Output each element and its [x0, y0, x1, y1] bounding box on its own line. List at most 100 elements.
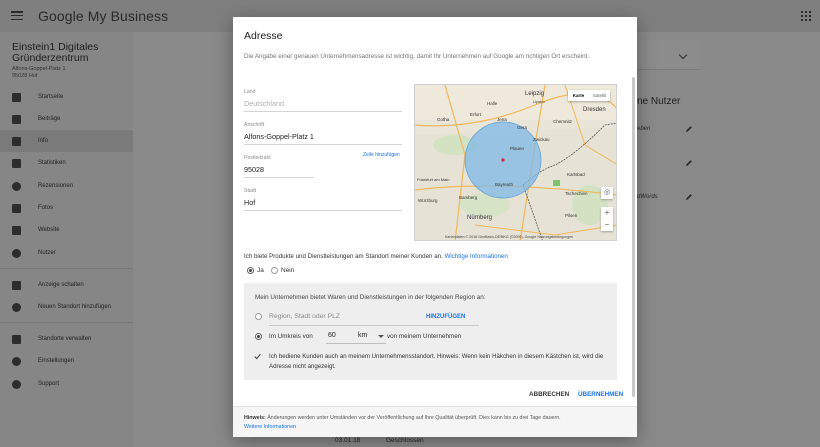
- sidebar-item-label: Startseite: [38, 94, 64, 100]
- sidebar-divider: [0, 322, 133, 323]
- location-map[interactable]: Leipzig Halle Erfurt Jena Chemnitz Dresd…: [414, 84, 617, 241]
- hamburger-menu-icon[interactable]: [11, 11, 23, 21]
- dialog-description: Die Angabe einer genauen Unternehmensadr…: [244, 53, 590, 60]
- add-line-link[interactable]: Zeile hinzufügen: [363, 152, 400, 158]
- apps-grid-icon[interactable]: [801, 11, 811, 21]
- region-radio[interactable]: [255, 313, 262, 320]
- sidebar-item-info[interactable]: Info: [0, 130, 133, 152]
- business-address: Alfons-Goppel-Platz 1 95028 Hof: [12, 66, 66, 79]
- map-city-label: Frankfurt am Main: [417, 177, 449, 182]
- map-tab-satellit[interactable]: Satellit: [589, 90, 610, 101]
- yes-radio[interactable]: [247, 267, 254, 274]
- sidebar-item-label: Rezensionen: [38, 183, 74, 189]
- zoom-in-button[interactable]: +: [601, 207, 613, 219]
- map-city-label: Karlsbad: [567, 172, 585, 177]
- sidebar-item-label: Standorte verwalten: [38, 336, 92, 342]
- street-field[interactable]: Alfons-Goppel-Platz 1: [244, 132, 314, 141]
- important-info-link[interactable]: Wichtige Informationen: [445, 253, 508, 260]
- region-input[interactable]: Region, Stadt oder PLZ: [269, 313, 340, 320]
- pencil-icon[interactable]: [685, 125, 693, 133]
- cancel-button[interactable]: ABBRECHEN: [529, 391, 569, 398]
- checkbox-checked-icon[interactable]: [254, 353, 261, 360]
- sidebar-item-website[interactable]: Website: [0, 219, 133, 241]
- photos-icon: [12, 203, 21, 213]
- no-radio[interactable]: [271, 267, 278, 274]
- hint-label: Hinweis:: [244, 415, 266, 421]
- serve-at-location-label: Ich bediene Kunden auch an meinem Untern…: [269, 353, 604, 370]
- map-city-label: Zwickau: [533, 137, 550, 142]
- dialog-footer: Hinweis: Änderungen werden unter Umständ…: [233, 406, 637, 437]
- hint-text: Hinweis: Änderungen werden unter Umständ…: [244, 415, 561, 421]
- radius-radio[interactable]: [255, 333, 262, 340]
- street-label: Anschrift: [244, 122, 265, 128]
- brand-product: My Business: [87, 8, 169, 24]
- sidebar-item-anzeige-schalten[interactable]: Anzeige schalten: [0, 274, 133, 296]
- postal-label: Postleitzahl: [244, 155, 271, 161]
- sidebar-item-label: Einstellungen: [38, 358, 75, 364]
- map-city-label: Jena: [497, 117, 507, 122]
- map-city-label: Gotha: [437, 117, 450, 122]
- my-location-icon[interactable]: ◎: [601, 187, 613, 199]
- sidebar: Einstein1 Digitales Gründerzentrum Alfon…: [0, 32, 133, 447]
- hint-body: Änderungen werden unter Umständen vor de…: [267, 415, 561, 421]
- address-dialog: Adresse Die Angabe einer genauen Unterne…: [233, 17, 637, 437]
- map-tab-karte[interactable]: Karte: [568, 90, 589, 101]
- sidebar-item-rezensionen[interactable]: Rezensionen: [0, 175, 133, 197]
- service-region-panel: Mein Unternehmen bietet Waren und Dienst…: [244, 283, 617, 380]
- map-city-label: Lipsko: [533, 99, 545, 104]
- background-row-date: 03.01.18: [335, 437, 361, 444]
- sidebar-item-support[interactable]: Support: [0, 373, 133, 395]
- sidebar-item-nutzer[interactable]: Nutzer: [0, 242, 133, 264]
- sidebar-item-fotos[interactable]: Fotos: [0, 197, 133, 219]
- region-input-underline: [269, 325, 479, 326]
- website-icon: [12, 225, 21, 235]
- service-area-question: Ich biete Produkte und Dienstleistungen …: [244, 253, 508, 260]
- sidebar-item-standorte-verwalten[interactable]: Standorte verwalten: [0, 328, 133, 350]
- business-name: Einstein1 Digitales Gründerzentrum: [12, 41, 99, 64]
- more-info-link[interactable]: Weitere Informationen: [244, 424, 296, 430]
- help-icon: [12, 379, 21, 389]
- sidebar-item-label: Statistiken: [38, 160, 66, 166]
- ads-icon: [12, 280, 21, 290]
- map-city-label: Halle: [487, 101, 498, 106]
- posts-icon: [12, 114, 21, 124]
- pencil-icon[interactable]: [685, 159, 693, 167]
- radius-suffix: von meinem Unternehmen: [387, 333, 462, 340]
- sidebar-item-startseite[interactable]: Startseite: [0, 86, 133, 108]
- map-city-label: Tschechien: [565, 191, 588, 196]
- pencil-icon[interactable]: [685, 193, 693, 201]
- sidebar-item-neuer-standort[interactable]: Neuen Standort hinzufügen: [0, 296, 133, 318]
- sidebar-item-einstellungen[interactable]: Einstellungen: [0, 350, 133, 372]
- sidebar-item-statistiken[interactable]: Statistiken: [0, 152, 133, 174]
- apply-button[interactable]: ÜBERNEHMEN: [578, 391, 623, 398]
- country-underline: [244, 111, 402, 112]
- zoom-out-button[interactable]: −: [601, 219, 613, 231]
- business-address-line2: 95028 Hof: [12, 72, 38, 79]
- sidebar-item-label: Website: [38, 227, 60, 233]
- dropdown-caret-icon[interactable]: [378, 335, 384, 338]
- add-region-button[interactable]: HINZUFÜGEN: [426, 314, 465, 320]
- map-city-label: Bayreuth: [495, 182, 514, 187]
- radius-input[interactable]: 60: [328, 332, 336, 339]
- postal-underline: [244, 177, 314, 178]
- background-item: dWords: [637, 194, 658, 200]
- dialog-scrollbar[interactable]: [632, 77, 635, 397]
- business-address-line1: Alfons-Goppel-Platz 1: [12, 66, 66, 72]
- radius-prefix: Im Umkreis von: [269, 333, 313, 340]
- manage-locations-icon: [12, 334, 21, 344]
- map-city-label: Dresden: [583, 107, 606, 113]
- radius-unit-select[interactable]: km: [358, 332, 367, 339]
- yes-label: Ja: [257, 267, 264, 274]
- map-city-label: Würzburg: [418, 198, 438, 203]
- city-underline: [244, 210, 402, 211]
- postal-field[interactable]: 95028: [244, 165, 264, 174]
- sidebar-item-beitraege[interactable]: Beiträge: [0, 108, 133, 130]
- city-field[interactable]: Hof: [244, 198, 255, 207]
- insights-icon: [12, 158, 21, 168]
- street-underline: [244, 144, 402, 145]
- app-brand: Google My Business: [38, 8, 168, 24]
- brand-google: Google: [38, 8, 84, 24]
- map-type-toggle[interactable]: Karte Satellit: [568, 90, 610, 101]
- sidebar-item-label: Fotos: [38, 205, 54, 211]
- map-city-label: Plauen: [510, 146, 525, 151]
